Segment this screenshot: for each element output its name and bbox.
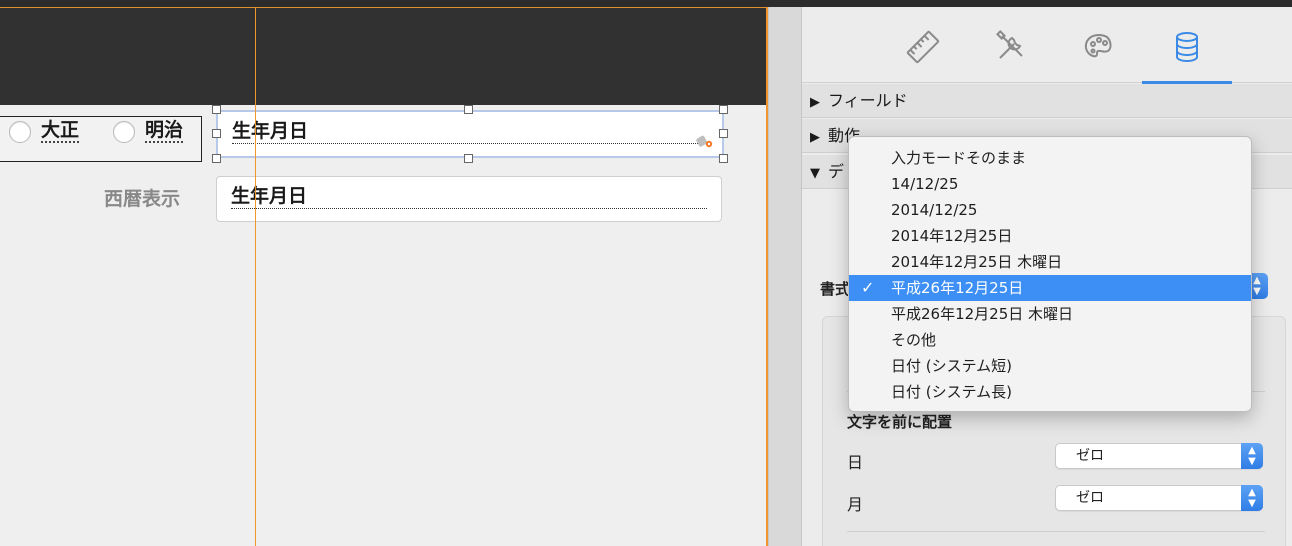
selection-handle[interactable] bbox=[212, 105, 221, 114]
selection-handle[interactable] bbox=[464, 105, 473, 114]
layout-edge-guide bbox=[766, 7, 768, 546]
checkmark-icon: ✓ bbox=[861, 278, 875, 297]
section-label: フィールド bbox=[828, 91, 908, 110]
menu-item-label: 14/12/25 bbox=[891, 175, 959, 193]
baseline-dots bbox=[232, 143, 708, 144]
menu-item[interactable]: 2014/12/25 bbox=[849, 197, 1251, 223]
group-separator bbox=[847, 531, 1265, 532]
prefix-section-title: 文字を前に配置 bbox=[847, 413, 953, 431]
tab-styles[interactable] bbox=[966, 17, 1056, 77]
disclosure-triangle-icon: ▶ bbox=[810, 95, 820, 110]
selection-handle[interactable] bbox=[719, 129, 728, 138]
menu-item[interactable]: 入力モードそのまま bbox=[849, 145, 1251, 171]
menu-item-label: 日付 (システム長) bbox=[891, 383, 1013, 401]
window-top-strip bbox=[0, 0, 1292, 7]
menu-item[interactable]: 14/12/25 bbox=[849, 171, 1251, 197]
seireki-label: 西暦表示 bbox=[104, 188, 181, 210]
pane-divider[interactable] bbox=[768, 0, 802, 546]
radio-meiji[interactable] bbox=[113, 121, 135, 143]
popup-arrows-icon: ▲ ▼ bbox=[1241, 443, 1263, 469]
menu-item-label: 2014年12月25日 bbox=[891, 227, 1013, 245]
selection-handle[interactable] bbox=[719, 105, 728, 114]
tab-position[interactable] bbox=[878, 17, 968, 77]
menu-item-label: 2014/12/25 bbox=[891, 201, 978, 219]
tab-data[interactable] bbox=[1142, 17, 1232, 77]
field-options-icon[interactable] bbox=[696, 132, 714, 150]
birthdate-field-value: 生年月日 bbox=[232, 120, 309, 142]
selection-handle[interactable] bbox=[212, 154, 221, 163]
format-dropdown-menu: 入力モードそのまま 14/12/25 2014/12/25 2014年12月25… bbox=[848, 136, 1252, 412]
day-prefix-popup[interactable]: ゼロ ▲ ▼ bbox=[1055, 443, 1263, 469]
popup-value: ゼロ bbox=[1076, 490, 1104, 506]
menu-item-label: 平成26年12月25日 木曜日 bbox=[891, 305, 1074, 323]
day-row-label: 日 bbox=[847, 453, 864, 472]
menu-item[interactable]: 2014年12月25日 木曜日 bbox=[849, 249, 1251, 275]
header-part[interactable] bbox=[0, 7, 768, 105]
menu-item[interactable]: 日付 (システム短) bbox=[849, 353, 1251, 379]
birthdate-field-seireki[interactable]: 生年月日 bbox=[216, 176, 722, 222]
radio-label-taisho: 大正 bbox=[41, 119, 80, 143]
menu-item-label: 日付 (システム短) bbox=[891, 357, 1013, 375]
menu-item[interactable]: 日付 (システム長) bbox=[849, 379, 1251, 405]
selection-handle[interactable] bbox=[212, 129, 221, 138]
menu-item-label: その他 bbox=[891, 331, 937, 349]
radio-taisho[interactable] bbox=[9, 121, 31, 143]
baseline-dots bbox=[231, 208, 707, 209]
era-radio-group[interactable]: 大正 明治 bbox=[0, 116, 202, 162]
ruler-icon bbox=[906, 30, 940, 64]
palette-icon bbox=[1084, 33, 1112, 58]
alignment-guide bbox=[255, 7, 256, 546]
popup-arrows-icon: ▲ ▼ bbox=[1241, 485, 1263, 511]
disclosure-triangle-icon: ▼ bbox=[810, 166, 820, 181]
menu-item-label: 平成26年12月25日 bbox=[891, 279, 1024, 297]
menu-item[interactable]: その他 bbox=[849, 327, 1251, 353]
tab-appearance[interactable] bbox=[1054, 17, 1144, 77]
menu-item-selected[interactable]: ✓ 平成26年12月25日 bbox=[849, 275, 1251, 301]
section-label: デ bbox=[828, 162, 845, 181]
format-popup-button[interactable]: ▲ ▼ bbox=[1246, 273, 1268, 300]
birthdate-field-value: 生年月日 bbox=[231, 185, 308, 207]
menu-item-label: 2014年12月25日 木曜日 bbox=[891, 253, 1063, 271]
menu-item[interactable]: 2014年12月25日 bbox=[849, 223, 1251, 249]
month-prefix-popup[interactable]: ゼロ ▲ ▼ bbox=[1055, 485, 1263, 511]
format-label: 書式 bbox=[820, 280, 851, 298]
selection-handle[interactable] bbox=[464, 154, 473, 163]
inspector-tabs bbox=[802, 7, 1292, 84]
database-icon bbox=[1176, 32, 1198, 63]
popup-value: ゼロ bbox=[1076, 448, 1104, 464]
layout-canvas[interactable]: 大正 明治 生年月日 西暦表示 生年月日 bbox=[0, 0, 768, 546]
section-field[interactable]: ▶ フィールド bbox=[802, 84, 1292, 118]
menu-item-label: 入力モードそのまま bbox=[891, 149, 1027, 167]
birthdate-field-selected[interactable]: 生年月日 bbox=[216, 110, 724, 158]
radio-label-meiji: 明治 bbox=[145, 119, 184, 143]
menu-item[interactable]: 平成26年12月25日 木曜日 bbox=[849, 301, 1251, 327]
month-row-label: 月 bbox=[847, 495, 864, 514]
tools-icon bbox=[996, 30, 1023, 59]
selection-handle[interactable] bbox=[719, 154, 728, 163]
disclosure-triangle-icon: ▶ bbox=[810, 130, 820, 145]
